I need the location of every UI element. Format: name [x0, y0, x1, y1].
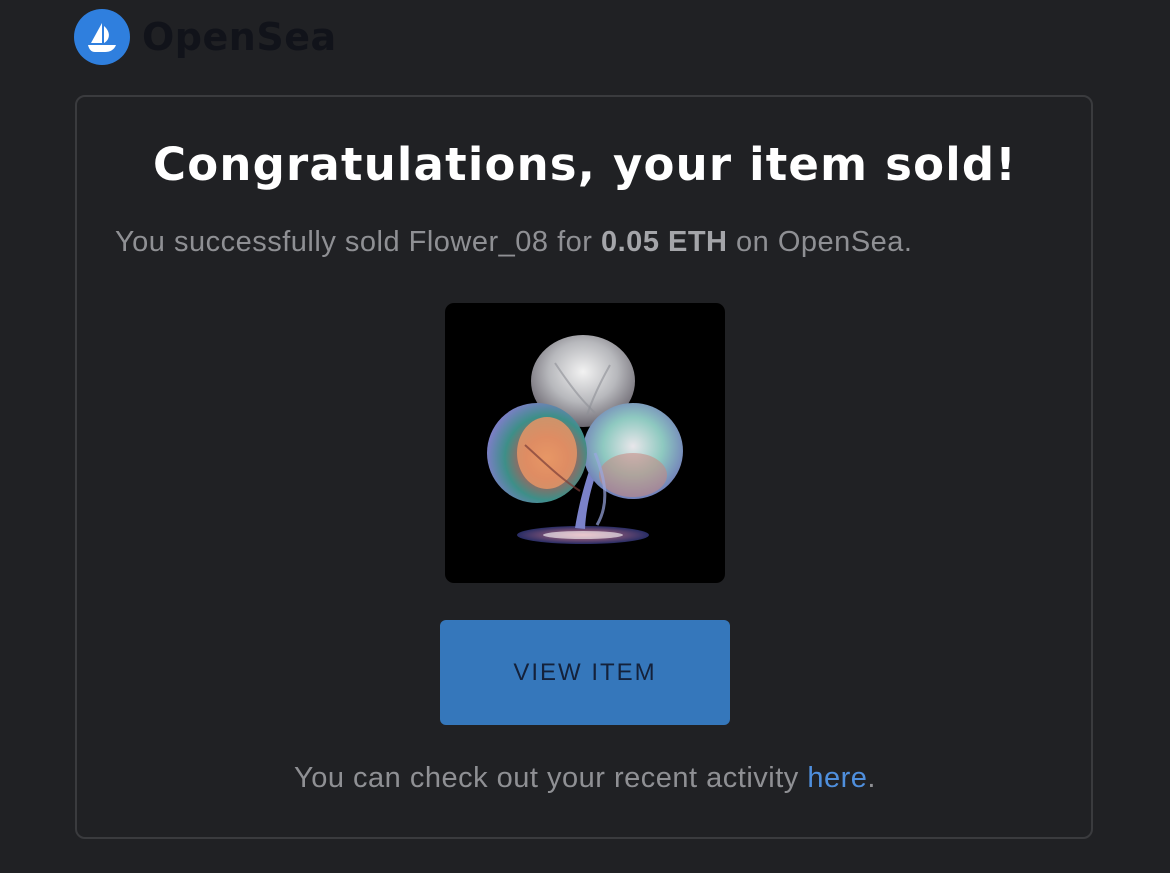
recent-activity-link[interactable]: here — [807, 762, 867, 794]
sale-price: 0.05 ETH — [601, 226, 728, 258]
recent-activity-note: You can check out your recent activity h… — [0, 762, 1170, 795]
sale-summary: You successfully sold Flower_08 for 0.05… — [115, 226, 912, 259]
nft-item-image[interactable] — [445, 303, 725, 583]
sale-summary-suffix: on OpenSea. — [727, 226, 913, 258]
sale-summary-prefix: You successfully sold Flower_08 for — [115, 226, 601, 258]
activity-prefix: You can check out your recent activity — [294, 762, 808, 794]
boat-icon-graphic — [88, 23, 116, 52]
abstract-flower-image — [487, 335, 683, 544]
opensea-logo[interactable]: OpenSea — [74, 9, 337, 65]
headline: Congratulations, your item sold! — [153, 138, 1017, 191]
boat-logo-icon — [74, 9, 130, 65]
activity-suffix: . — [867, 762, 876, 794]
view-item-button[interactable]: VIEW ITEM — [440, 620, 730, 725]
brand-name: OpenSea — [142, 15, 337, 59]
